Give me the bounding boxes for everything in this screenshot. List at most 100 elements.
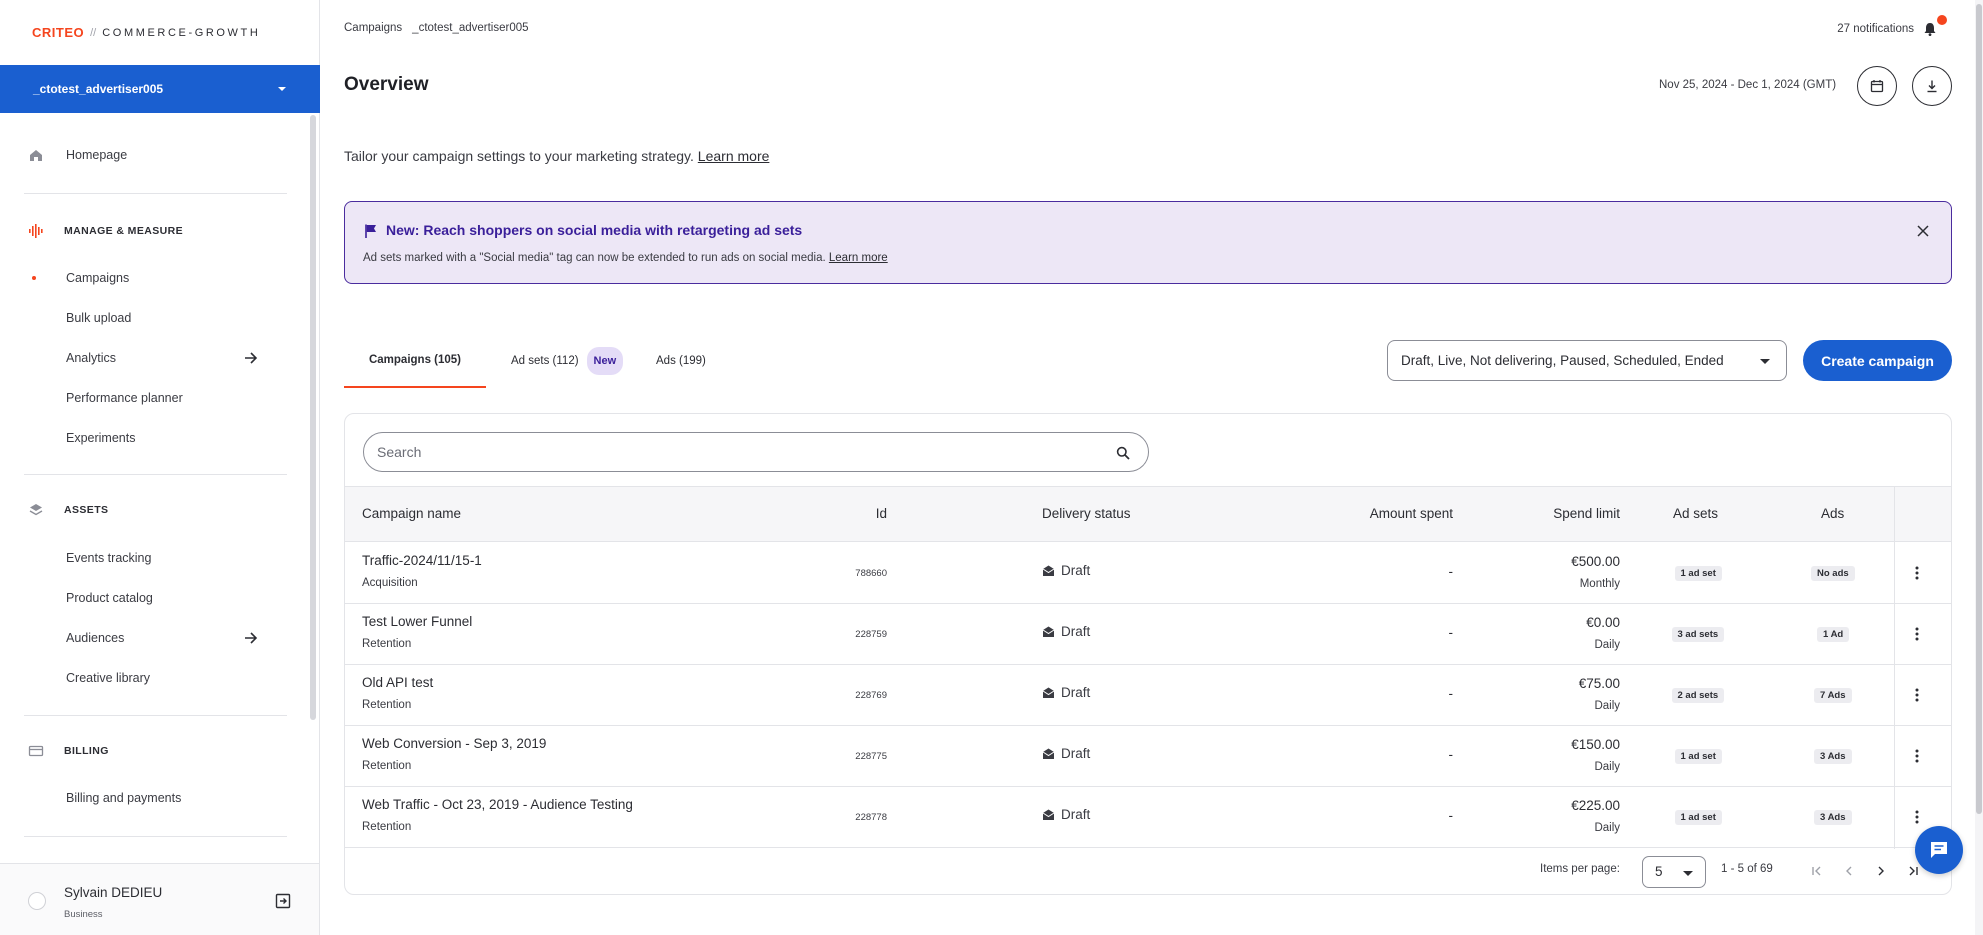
page-title: Overview — [344, 74, 429, 95]
sidebar-item-audiences[interactable]: Audiences — [0, 618, 300, 658]
page-scrollbar[interactable] — [1975, 0, 1983, 935]
arrow-right-icon — [245, 352, 258, 364]
spend-limit: €500.00 — [1571, 554, 1620, 569]
ads-badge[interactable]: 7 Ads — [1814, 688, 1852, 703]
amount-spent: - — [1448, 747, 1454, 762]
column-header-ad-sets[interactable]: Ad sets — [1673, 506, 1718, 521]
chat-button[interactable] — [1915, 826, 1963, 874]
spend-period: Daily — [1594, 761, 1620, 773]
campaign-name[interactable]: Web Conversion - Sep 3, 2019 — [362, 736, 546, 751]
create-campaign-button[interactable]: Create campaign — [1803, 340, 1952, 381]
date-range: Nov 25, 2024 - Dec 1, 2024 (GMT) — [1659, 79, 1837, 91]
ad-sets-badge[interactable]: 1 ad set — [1674, 810, 1722, 825]
section-assets: ASSETS — [0, 495, 300, 525]
table-row[interactable]: Web Traffic - Oct 23, 2019 - Audience Te… — [345, 787, 1951, 848]
campaign-name[interactable]: Test Lower Funnel — [362, 614, 472, 629]
user-role: Business — [64, 909, 103, 920]
more-options-icon[interactable] — [1915, 687, 1919, 703]
more-options-icon[interactable] — [1915, 565, 1919, 581]
sidebar-item-experiments[interactable]: Experiments — [0, 418, 300, 458]
delivery-status-label: Draft — [1061, 746, 1091, 761]
sidebar-item-label: Experiments — [66, 431, 136, 445]
column-header-ads[interactable]: Ads — [1821, 506, 1844, 521]
tab-campaigns[interactable]: Campaigns (105) — [344, 334, 486, 388]
spend-period: Daily — [1594, 822, 1620, 834]
logout-icon[interactable] — [274, 892, 292, 910]
ads-badge[interactable]: 1 Ad — [1817, 627, 1850, 642]
page-scrollbar-thumb[interactable] — [1976, 4, 1982, 814]
calendar-button[interactable] — [1857, 66, 1897, 106]
campaign-name[interactable]: Web Traffic - Oct 23, 2019 - Audience Te… — [362, 797, 633, 812]
last-page-icon[interactable] — [1906, 864, 1920, 878]
intro-text: Tailor your campaign settings to your ma… — [344, 148, 769, 164]
ad-sets-badge[interactable]: 3 ad sets — [1671, 627, 1725, 642]
sidebar-item-homepage[interactable]: Homepage — [0, 135, 300, 175]
sidebar-divider — [24, 836, 287, 837]
more-options-icon[interactable] — [1915, 626, 1919, 642]
sidebar-item-bulk-upload[interactable]: Bulk upload — [0, 298, 300, 338]
banner-text-body: Ad sets marked with a "Social media" tag… — [363, 252, 826, 264]
brand-logo[interactable]: CRITEO // COMMERCE-GROWTH — [32, 25, 260, 40]
bell-icon — [1922, 15, 1947, 37]
more-options-icon[interactable] — [1915, 809, 1919, 825]
table-row[interactable]: Test Lower Funnel Retention 228759 - €0.00 Da… — [345, 604, 1951, 665]
column-divider — [1894, 486, 1895, 849]
amount-spent: - — [1448, 564, 1454, 579]
ads-badge[interactable]: 3 Ads — [1814, 810, 1852, 825]
notifications-label: 27 notifications — [1837, 23, 1914, 35]
sidebar-item-creative-library[interactable]: Creative library — [0, 658, 300, 698]
ads-badge[interactable]: 3 Ads — [1814, 749, 1852, 764]
table-row[interactable]: Old API test Retention 228769 - €75.00 Daily D… — [345, 665, 1951, 726]
spend-period: Daily — [1594, 639, 1620, 651]
status-filter-dropdown[interactable]: Draft, Live, Not delivering, Paused, Sch… — [1387, 340, 1787, 381]
first-page-icon[interactable] — [1810, 864, 1824, 878]
credit-card-icon — [28, 745, 44, 757]
ads-badge[interactable]: No ads — [1811, 566, 1855, 581]
ad-sets-badge[interactable]: 2 ad sets — [1671, 688, 1725, 703]
account-selector[interactable]: _ctotest_advertiser005 — [0, 65, 320, 113]
learn-more-link[interactable]: Learn more — [698, 148, 770, 164]
campaign-name[interactable]: Old API test — [362, 675, 433, 690]
breadcrumb-account: _ctotest_advertiser005 — [412, 22, 529, 34]
column-header-amount-spent[interactable]: Amount spent — [1370, 506, 1453, 521]
notification-dot — [1937, 15, 1947, 25]
sidebar-scrollbar[interactable] — [310, 115, 316, 720]
sidebar-item-analytics[interactable]: Analytics — [0, 338, 300, 378]
next-page-icon[interactable] — [1874, 864, 1888, 878]
items-per-page-select[interactable]: 5 — [1642, 856, 1706, 888]
sidebar-item-product-catalog[interactable]: Product catalog — [0, 578, 300, 618]
arrow-right-icon — [245, 632, 258, 644]
banner-learn-more-link[interactable]: Learn more — [829, 252, 888, 264]
table-row[interactable]: Traffic-2024/11/15-1 Acquisition 788660 - €5… — [345, 543, 1951, 604]
sidebar-item-performance-planner[interactable]: Performance planner — [0, 378, 300, 418]
intro-text-body: Tailor your campaign settings to your ma… — [344, 148, 694, 164]
avatar[interactable] — [28, 892, 46, 910]
column-header-status[interactable]: Delivery status — [1042, 506, 1131, 521]
ad-sets-badge[interactable]: 1 ad set — [1674, 566, 1722, 581]
new-badge: New — [586, 347, 624, 375]
sidebar-item-billing-payments[interactable]: Billing and payments — [0, 778, 300, 818]
more-options-icon[interactable] — [1915, 748, 1919, 764]
chevron-down-icon — [1760, 359, 1770, 364]
download-button[interactable] — [1912, 66, 1952, 106]
calendar-icon — [1870, 80, 1884, 93]
layers-icon — [29, 504, 43, 516]
tab-ads[interactable]: Ads (199) — [636, 334, 746, 388]
column-header-name[interactable]: Campaign name — [362, 506, 461, 521]
previous-page-icon[interactable] — [1842, 864, 1856, 878]
table-row[interactable]: Web Conversion - Sep 3, 2019 Retention 228… — [345, 726, 1951, 787]
sidebar-item-campaigns[interactable]: Campaigns — [0, 258, 300, 298]
campaign-goal: Retention — [362, 638, 412, 650]
breadcrumb-campaigns[interactable]: Campaigns — [344, 22, 402, 34]
sidebar-item-events-tracking[interactable]: Events tracking — [0, 538, 300, 578]
notifications[interactable]: 27 notifications — [1837, 15, 1947, 37]
search-icon[interactable] — [1116, 446, 1130, 460]
campaign-name[interactable]: Traffic-2024/11/15-1 — [362, 553, 482, 568]
pagination: Items per page: 5 1 - 5 of 69 — [345, 849, 1951, 894]
close-icon[interactable] — [1916, 224, 1930, 238]
column-header-spend-limit[interactable]: Spend limit — [1553, 506, 1620, 521]
search-input[interactable] — [363, 432, 1149, 472]
column-header-id[interactable]: Id — [876, 506, 887, 521]
ad-sets-badge[interactable]: 1 ad set — [1674, 749, 1722, 764]
tab-ad-sets[interactable]: Ad sets (112) New — [486, 334, 636, 388]
